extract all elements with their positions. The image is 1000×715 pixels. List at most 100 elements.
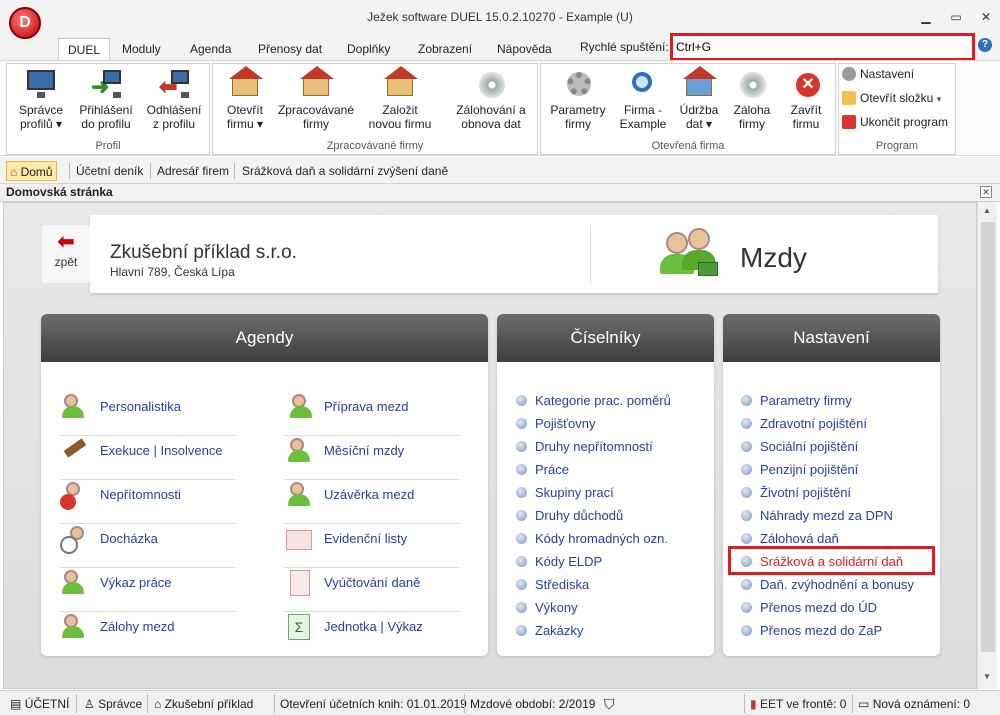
otevrit-slozku-button[interactable]: Otevřít složku ▾ [842, 89, 992, 113]
agenda-personalistika[interactable]: Personalistika [60, 392, 235, 436]
agenda-zalohy-mezd[interactable]: Zálohy mezd [60, 612, 235, 656]
gavel-icon [60, 436, 90, 466]
scroll-thumb[interactable] [981, 222, 995, 652]
nastaveni-item[interactable]: Daň. zvýhodnění a bonusy [741, 576, 914, 594]
nav-tab-ucetni-denik[interactable]: Účetní deník [76, 161, 143, 181]
ciselnik-item[interactable]: Kategorie prac. poměrů [516, 392, 671, 410]
quick-launch-input[interactable] [670, 33, 975, 61]
houses-icon [300, 66, 334, 96]
agenda-vykaz-prace[interactable]: Výkaz práce [60, 568, 235, 612]
agenda-uzaverka-mezd[interactable]: Uzávěrka mezd [284, 480, 459, 524]
udrzba-dat-button[interactable]: Údržba dat ▾ [675, 66, 723, 131]
menu-tab-doplnky[interactable]: Doplňky [347, 38, 390, 60]
bullet-icon [741, 533, 752, 544]
close-icon[interactable]: ✕ [980, 10, 992, 24]
backup-disc-icon [740, 72, 766, 98]
nastaveni-item[interactable]: Životní pojištění [741, 484, 851, 502]
panel-close-icon[interactable]: ✕ [980, 186, 992, 198]
title-bar: Ježek software DUEL 15.0.2.10270 - Examp… [0, 0, 1000, 34]
status-bar: ▤ ÚČETNÍ ♙ Správce ⌂ Zkušební příklad Ot… [0, 690, 1000, 715]
zalozit-novou-firmu-button[interactable]: Založit novou firmu [363, 66, 437, 131]
ciselnik-item[interactable]: Druhy nepřítomností [516, 438, 653, 456]
menu-tab-zobrazeni[interactable]: Zobrazení [418, 38, 472, 60]
help-icon[interactable]: ? [978, 38, 992, 52]
window-title: Ježek software DUEL 15.0.2.10270 - Examp… [367, 10, 633, 24]
ciselnik-item[interactable]: Střediska [516, 576, 589, 594]
firma-example-button[interactable]: Firma - Example [613, 68, 673, 131]
spravce-profilu-button[interactable]: Správce profilů ▾ [13, 68, 69, 131]
nav-bar: ⌂ Domů Účetní deník Adresář firem Srážko… [0, 157, 1000, 184]
bullet-icon [516, 579, 527, 590]
ciselnik-item[interactable]: Výkony [516, 599, 578, 617]
chevron-down-icon: ▾ [936, 94, 942, 104]
agenda-exekuce[interactable]: Exekuce | Insolvence [60, 436, 235, 480]
nastaveni-item[interactable]: Parametry firmy [741, 392, 852, 410]
status-firm[interactable]: ⌂ Zkušební příklad [154, 695, 253, 713]
scroll-down-icon[interactable]: ▼ [983, 672, 991, 681]
agenda-priprava-mezd[interactable]: Příprava mezd [284, 392, 459, 436]
nav-tab-srazkova-dan[interactable]: Srážková daň a solidární zvýšení daně [242, 161, 448, 181]
zalohovani-a-obnova-dat-button[interactable]: Zálohování a obnova dat [449, 68, 533, 131]
user-icon: ♙ [84, 697, 95, 711]
ciselnik-item[interactable]: Zakázky [516, 622, 583, 640]
nastaveni-item[interactable]: Přenos mezd do ÚD [741, 599, 877, 617]
agendy-header: Agendy [41, 314, 488, 362]
minimize-icon[interactable]: ▁ [920, 10, 932, 24]
maximize-icon[interactable]: ▭ [950, 10, 962, 24]
zaloha-firmy-button[interactable]: Záloha firmy [727, 68, 777, 131]
nastaveni-button[interactable]: Nastavení [842, 65, 992, 89]
zpracovavane-firmy-button[interactable]: Zpracovávané firmy [275, 66, 357, 131]
otevrit-firmu-button[interactable]: Otevřít firmu ▾ [219, 66, 271, 131]
app-logo-icon[interactable]: D [9, 7, 41, 39]
agenda-vyuctovani-dane[interactable]: Vyúčtování daně [284, 568, 459, 612]
back-button[interactable]: ⬅ zpět [42, 225, 90, 283]
ciselnik-item[interactable]: Práce [516, 461, 569, 479]
status-period: Mzdové období: 2/2019 [470, 697, 596, 711]
zavrit-firmu-button[interactable]: ✕ Zavřít firmu [781, 68, 831, 131]
status-eet[interactable]: ▮ EET ve frontě: 0 [750, 695, 846, 713]
agenda-nepritomnosti[interactable]: Nepřítomnosti [60, 480, 235, 524]
work-icon [60, 568, 90, 598]
shield-icon[interactable]: ⛉ [604, 695, 615, 713]
menu-tab-napoveda[interactable]: Nápověda [497, 38, 552, 60]
ciselnik-item[interactable]: Druhy důchodů [516, 507, 623, 525]
company-name: Zkušební příklad s.r.o. [110, 242, 297, 263]
tax-document-icon [284, 568, 314, 598]
nastaveni-item-srazkova-dan[interactable]: Srážková a solidární daň [741, 553, 903, 571]
ciselnik-item[interactable]: Kódy ELDP [516, 553, 602, 571]
ukoncit-program-button[interactable]: Ukončit program [842, 113, 992, 137]
status-notices[interactable]: ▭ Nová oznámení: 0 [858, 695, 970, 713]
nastaveni-item[interactable]: Náhrady mezd za DPN [741, 507, 893, 525]
nastaveni-item[interactable]: Sociální pojištění [741, 438, 858, 456]
ribbon-group-label: Profil [95, 140, 121, 152]
ciselnik-item[interactable]: Kódy hromadných ozn. [516, 530, 668, 548]
agenda-mesicni-mzdy[interactable]: Měsíční mzdy [284, 436, 459, 480]
nav-tab-domu[interactable]: ⌂ Domů [6, 161, 57, 181]
menu-tab-agenda[interactable]: Agenda [190, 38, 231, 60]
menu-tab-prenosy-dat[interactable]: Přenosy dat [258, 38, 322, 60]
app-window: Ježek software DUEL 15.0.2.10270 - Examp… [0, 0, 1000, 715]
odhlaseni-z-profilu-button[interactable]: ⬅ Odhlášení z profilu [143, 68, 205, 131]
agenda-jednotka-vykaz[interactable]: Σ Jednotka | Výkaz [284, 612, 459, 656]
status-user[interactable]: ♙ Správce [84, 695, 142, 713]
agenda-dochazka[interactable]: Docházka [60, 524, 235, 568]
agenda-evidencni-listy[interactable]: Evidenční listy [284, 524, 459, 568]
nastaveni-item[interactable]: Zálohová daň [741, 530, 839, 548]
nastaveni-item[interactable]: Penzijní pojištění [741, 461, 858, 479]
nastaveni-item[interactable]: Zdravotní pojištění [741, 415, 867, 433]
ciselnik-item[interactable]: Pojišťovny [516, 415, 596, 433]
ribbon-group-profil: Správce profilů ▾ ➜ Přihlášení do profilu … [6, 63, 210, 155]
prihlaseni-do-profilu-button[interactable]: ➜ Přihlášení do profilu [75, 68, 137, 131]
nav-tab-adresar-firem[interactable]: Adresář firem [157, 161, 229, 181]
monitor-icon [27, 70, 55, 98]
menu-tab-duel[interactable]: DUEL [58, 38, 111, 60]
vertical-scrollbar[interactable]: ▲ ▼ [977, 202, 997, 689]
ciselnik-item[interactable]: Skupiny prací [516, 484, 614, 502]
message-icon: ▭ [858, 697, 870, 711]
bullet-icon [741, 464, 752, 475]
scroll-up-icon[interactable]: ▲ [983, 206, 991, 215]
menu-tab-moduly[interactable]: Moduly [122, 38, 161, 60]
parametry-firmy-button[interactable]: Parametry firmy [547, 68, 609, 131]
nastaveni-item[interactable]: Přenos mezd do ZaP [741, 622, 882, 640]
status-ucetni[interactable]: ▤ ÚČETNÍ [10, 695, 69, 713]
